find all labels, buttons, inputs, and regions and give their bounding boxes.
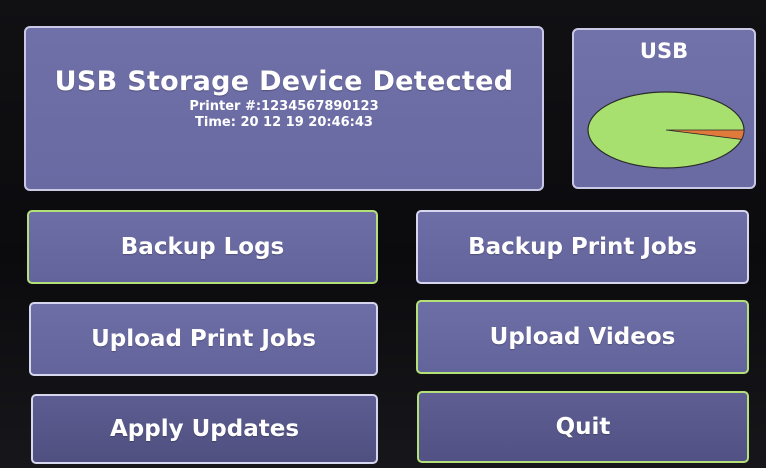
- timestamp: Time: 20 12 19 20:46:43: [195, 115, 373, 130]
- backup-print-jobs-button[interactable]: Backup Print Jobs: [416, 210, 749, 284]
- status-title: USB Storage Device Detected: [54, 66, 514, 97]
- upload-print-jobs-button[interactable]: Upload Print Jobs: [29, 302, 378, 376]
- printer-number: Printer #:1234567890123: [189, 99, 379, 114]
- usb-usage-pie: [587, 91, 745, 169]
- apply-updates-button[interactable]: Apply Updates: [31, 394, 378, 464]
- quit-button[interactable]: Quit: [417, 391, 749, 463]
- status-panel: USB Storage Device Detected Printer #:12…: [24, 26, 544, 191]
- usb-storage-panel: USB: [572, 28, 756, 189]
- upload-videos-button[interactable]: Upload Videos: [416, 300, 749, 374]
- usb-label: USB: [639, 39, 689, 63]
- backup-logs-button[interactable]: Backup Logs: [27, 210, 378, 284]
- touchscreen: USB Storage Device Detected Printer #:12…: [0, 0, 766, 468]
